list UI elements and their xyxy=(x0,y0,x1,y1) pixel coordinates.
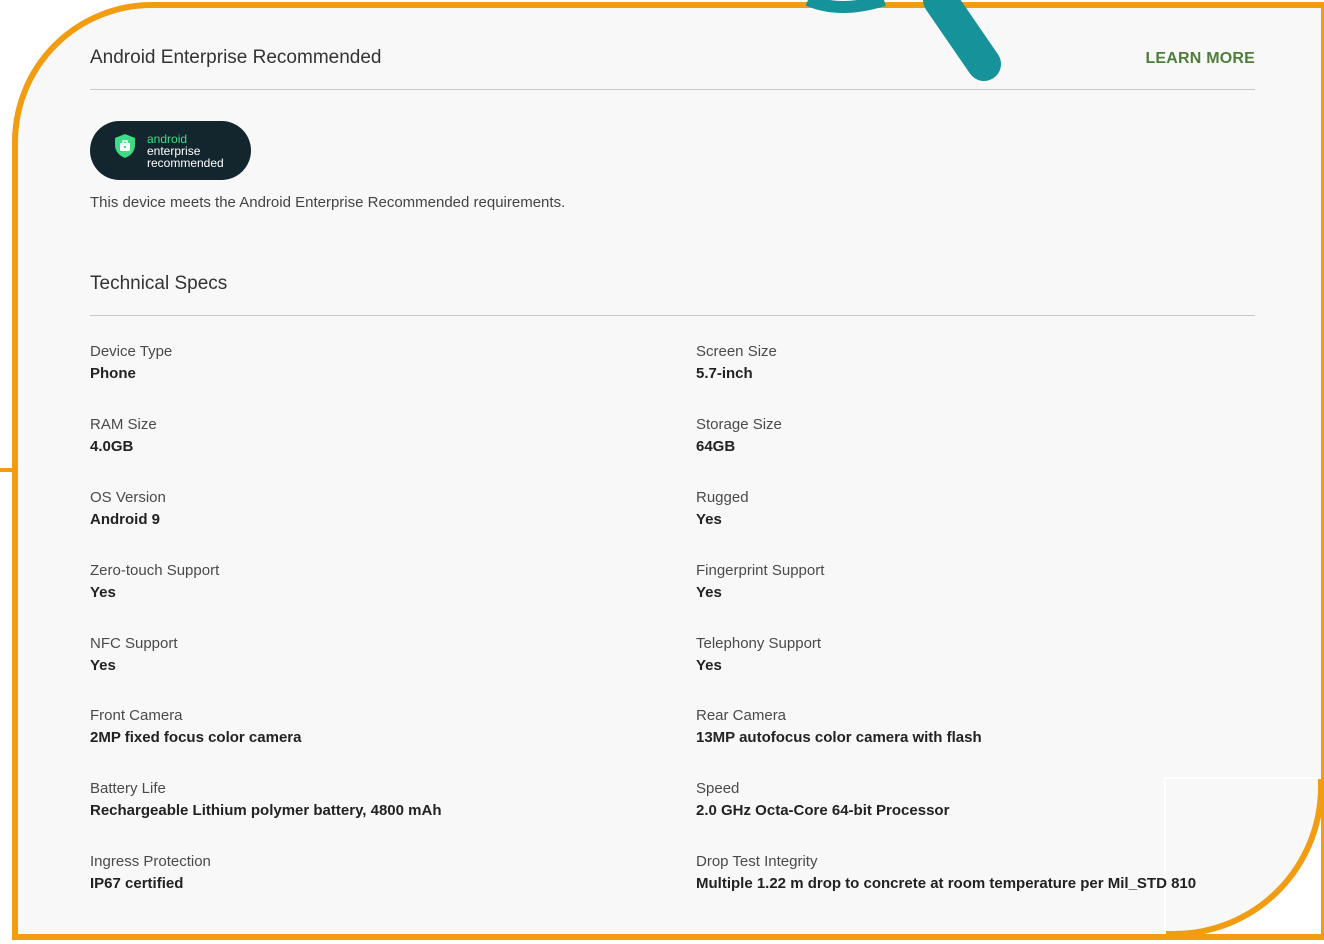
specs-header: Technical Specs xyxy=(90,240,1255,320)
spec-label: Ingress Protection xyxy=(90,853,211,870)
spec-label: Rear Camera xyxy=(696,707,787,724)
learn-more-link[interactable]: LEARN MORE xyxy=(1145,50,1255,68)
spec-value: 5.7-inch xyxy=(696,365,753,382)
spec-item: Zero-touch Support Yes xyxy=(90,560,670,604)
badge-line-3: recommended xyxy=(147,156,224,170)
spec-value: Yes xyxy=(696,584,722,601)
spec-label: Zero-touch Support xyxy=(90,562,220,579)
spec-value: IP67 certified xyxy=(90,875,184,892)
spec-item: Rugged Yes xyxy=(696,487,1276,531)
spec-item: Battery Life Rechargeable Lithium polyme… xyxy=(90,778,670,822)
divider xyxy=(90,89,1255,90)
spec-value: Yes xyxy=(696,657,722,674)
spec-label: NFC Support xyxy=(90,635,178,652)
spec-item: Rear Camera 13MP autofocus color camera … xyxy=(696,705,1276,749)
spec-value: Android 9 xyxy=(90,511,160,528)
spec-item: Drop Test Integrity Multiple 1.22 m drop… xyxy=(696,851,1276,895)
spec-value: Yes xyxy=(696,511,722,528)
spec-label: Speed xyxy=(696,780,740,797)
spec-value: Rechargeable Lithium polymer battery, 48… xyxy=(90,802,442,819)
spec-item: NFC Support Yes xyxy=(90,633,670,677)
frame-tick xyxy=(0,468,12,472)
spec-item: RAM Size 4.0GB xyxy=(90,414,670,458)
spec-value: 2.0 GHz Octa-Core 64-bit Processor xyxy=(696,802,950,819)
spec-label: Telephony Support xyxy=(696,635,822,652)
spec-item: Front Camera 2MP fixed focus color camer… xyxy=(90,705,670,749)
spec-value: Yes xyxy=(90,584,116,601)
briefcase-shield-icon xyxy=(115,134,135,158)
spec-value: Yes xyxy=(90,657,116,674)
spec-label: Fingerprint Support xyxy=(696,562,825,579)
spec-value: Multiple 1.22 m drop to concrete at room… xyxy=(696,875,1197,892)
spec-value: 64GB xyxy=(696,438,736,455)
spec-value: 2MP fixed focus color camera xyxy=(90,729,302,746)
spec-label: Device Type xyxy=(90,343,173,360)
android-enterprise-badge: android enterprise recommended xyxy=(90,121,251,180)
spec-label: Front Camera xyxy=(90,707,183,724)
spec-value: 4.0GB xyxy=(90,438,134,455)
spec-item: Fingerprint Support Yes xyxy=(696,560,1276,604)
spec-item: Speed 2.0 GHz Octa-Core 64-bit Processor xyxy=(696,778,1276,822)
spec-label: RAM Size xyxy=(90,416,157,433)
recommended-title: Android Enterprise Recommended xyxy=(90,47,382,68)
spec-label: Rugged xyxy=(696,489,749,506)
spec-label: Screen Size xyxy=(696,343,777,360)
divider xyxy=(90,315,1255,316)
recommended-header: Android Enterprise Recommended LEARN MOR… xyxy=(90,0,1255,92)
spec-item: Ingress Protection IP67 certified xyxy=(90,851,670,895)
specs-title: Technical Specs xyxy=(90,273,228,294)
spec-item: Screen Size 5.7-inch xyxy=(696,341,1276,385)
spec-item: Storage Size 64GB xyxy=(696,414,1276,458)
spec-label: Drop Test Integrity xyxy=(696,853,818,870)
spec-value: Phone xyxy=(90,365,136,382)
recommended-statement: This device meets the Android Enterprise… xyxy=(90,194,566,211)
spec-label: Battery Life xyxy=(90,780,166,797)
spec-label: Storage Size xyxy=(696,416,782,433)
spec-value: 13MP autofocus color camera with flash xyxy=(696,729,982,746)
badge-text: android enterprise recommended xyxy=(147,133,224,169)
spec-item: OS Version Android 9 xyxy=(90,487,670,531)
spec-item: Device Type Phone xyxy=(90,341,670,385)
spec-label: OS Version xyxy=(90,489,166,506)
spec-item: Telephony Support Yes xyxy=(696,633,1276,677)
